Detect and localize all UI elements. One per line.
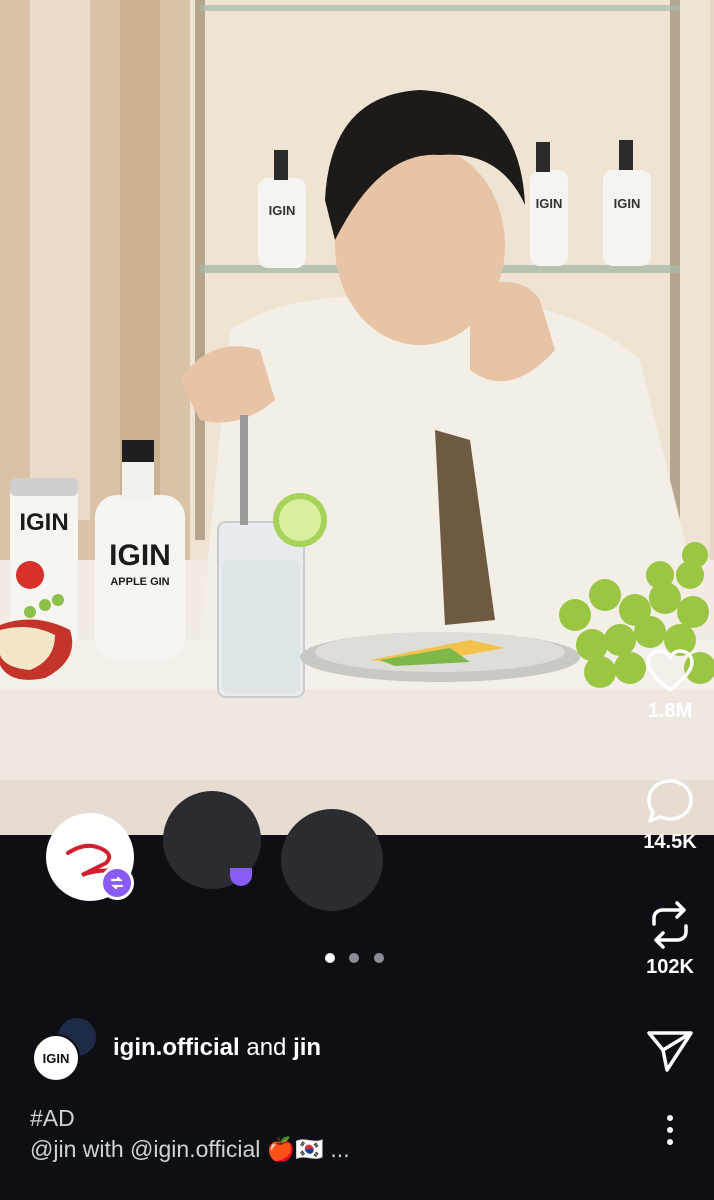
- repost-action[interactable]: 102K: [640, 900, 700, 979]
- caption-text: @jin with @igin.official 🍎🇰🇷 ...: [30, 1136, 350, 1162]
- author-line: igin.official and jin: [113, 1034, 321, 1062]
- comment-bubble-icon: [640, 777, 700, 825]
- more-vertical-icon: [640, 1112, 700, 1148]
- share-action[interactable]: [640, 1028, 700, 1074]
- primary-author-name[interactable]: igin.official: [113, 1034, 240, 1061]
- repost-count: 102K: [646, 956, 694, 978]
- send-icon: [640, 1028, 700, 1074]
- more-options-button[interactable]: [640, 1112, 700, 1148]
- like-action[interactable]: 1.8M: [640, 648, 700, 723]
- author-avatars[interactable]: IGIN: [32, 1016, 102, 1082]
- post-photo[interactable]: IGIN IGIN IGIN IGIN IGIN APPLE GIN: [0, 0, 714, 835]
- carousel-dot: [373, 953, 384, 963]
- can-brand: IGIN: [19, 509, 68, 536]
- caption[interactable]: #AD @jin with @igin.official 🍎🇰🇷 ...: [30, 1103, 350, 1165]
- repost-badge: [100, 866, 134, 900]
- can: [10, 478, 78, 643]
- brand-avatar-small: IGIN: [32, 1034, 80, 1082]
- bottle-subtitle: APPLE GIN: [110, 576, 169, 588]
- brand-avatar-text: IGIN: [42, 1050, 70, 1066]
- caption-hashtag: #AD: [30, 1105, 75, 1131]
- carousel-indicator: [320, 950, 400, 968]
- collaborator-avatar-circle[interactable]: [281, 809, 383, 911]
- repost-small-icon: [110, 876, 124, 890]
- carousel-dot-active: [325, 953, 335, 963]
- shelf-bottle-label: IGIN: [536, 196, 563, 211]
- comment-count: 14.5K: [643, 831, 697, 853]
- shelf-bottle-label: IGIN: [269, 203, 296, 218]
- comment-action[interactable]: 14.5K: [640, 777, 700, 854]
- secondary-author-name[interactable]: jin: [293, 1034, 321, 1061]
- photo-illustration: IGIN IGIN IGIN IGIN IGIN APPLE GIN: [0, 0, 714, 835]
- carousel-dot: [349, 953, 360, 963]
- repost-icon: [640, 900, 700, 950]
- bottle-brand: IGIN: [109, 539, 171, 572]
- author-joiner: and: [246, 1034, 287, 1061]
- like-count: 1.8M: [647, 700, 693, 722]
- heart-icon: [640, 648, 700, 694]
- shelf-bottle-label: IGIN: [614, 196, 641, 211]
